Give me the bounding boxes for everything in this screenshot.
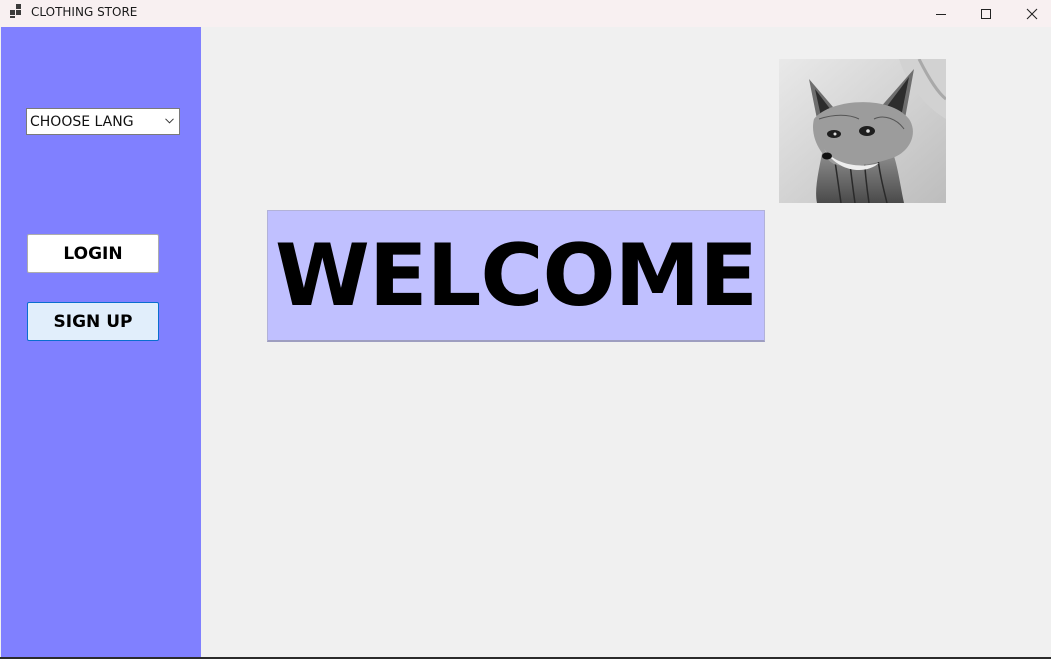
welcome-banner: WELCOME [267, 210, 765, 342]
minimize-icon [936, 13, 946, 15]
title-bar[interactable]: CLOTHING STORE [0, 0, 1051, 27]
maximize-button[interactable] [963, 0, 1009, 27]
login-button[interactable]: LOGIN [27, 234, 159, 273]
app-window: CLOTHING STORE CHOOSE LANG LOGIN SIGN UP… [0, 0, 1051, 659]
app-icon [10, 4, 22, 18]
fox-image [779, 59, 946, 203]
close-icon [1026, 8, 1038, 19]
language-select-value: CHOOSE LANG [30, 113, 134, 130]
close-button[interactable] [1009, 0, 1051, 27]
chevron-down-icon [165, 118, 174, 124]
minimize-button[interactable] [918, 0, 964, 27]
maximize-icon [981, 8, 991, 19]
window-title: CLOTHING STORE [31, 5, 138, 19]
signup-button[interactable]: SIGN UP [27, 302, 159, 341]
language-select[interactable]: CHOOSE LANG [26, 108, 180, 135]
welcome-text: WELCOME [275, 225, 758, 326]
